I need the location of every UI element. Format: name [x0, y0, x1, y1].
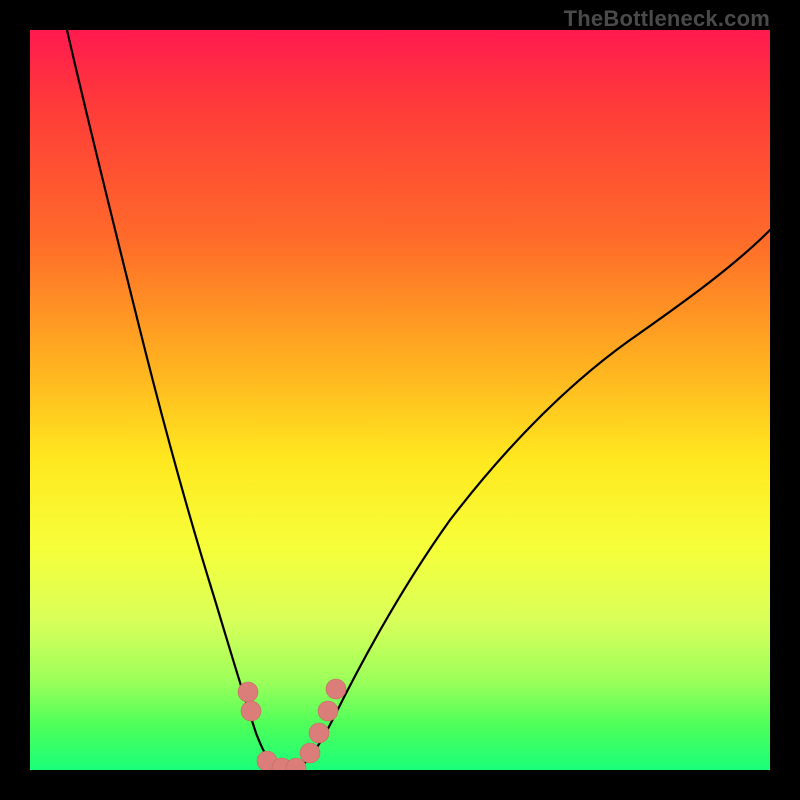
marker-dot	[326, 679, 346, 699]
marker-dot	[300, 743, 320, 763]
curves-svg	[30, 30, 770, 770]
right-curve	[296, 230, 770, 770]
marker-dot	[309, 723, 329, 743]
watermark-text: TheBottleneck.com	[564, 6, 770, 32]
marker-dot	[241, 701, 261, 721]
marker-dot	[318, 701, 338, 721]
left-curve	[67, 30, 282, 770]
chart-frame: TheBottleneck.com	[0, 0, 800, 800]
marker-dot	[238, 682, 258, 702]
plot-area	[30, 30, 770, 770]
